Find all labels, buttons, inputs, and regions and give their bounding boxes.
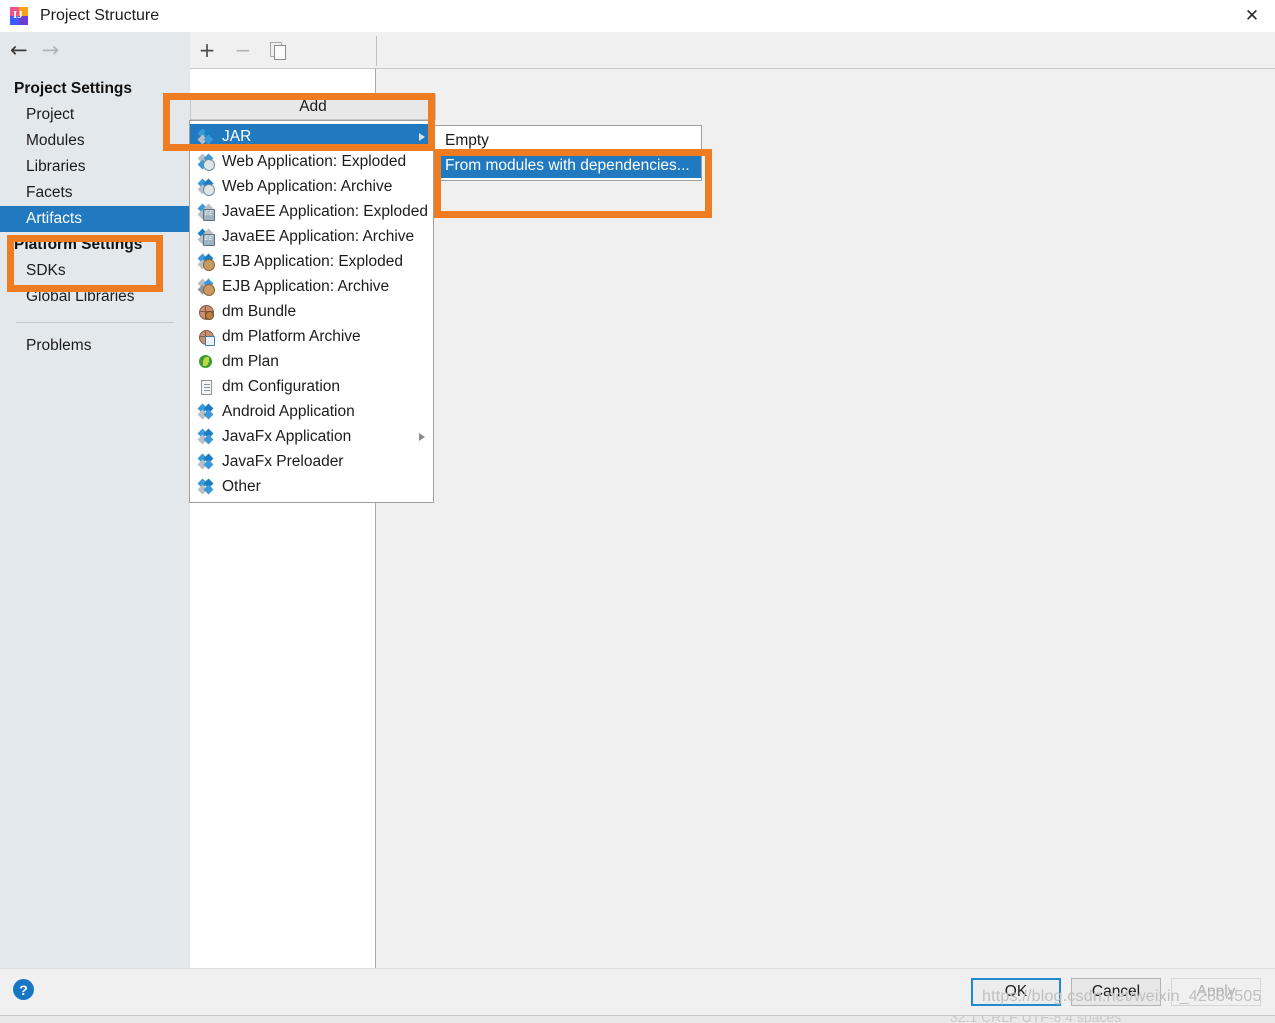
- sidebar-item-modules[interactable]: Modules: [0, 128, 190, 154]
- menu-item-other[interactable]: Other: [190, 474, 433, 499]
- sidebar-item-facets[interactable]: Facets: [0, 180, 190, 206]
- menu-item-dm-plan[interactable]: dm Plan: [190, 349, 433, 374]
- web-exploded-icon: [197, 153, 215, 171]
- menu-item-dm-platform-archive[interactable]: dm Platform Archive: [190, 324, 433, 349]
- submenu-item-empty[interactable]: Empty: [435, 128, 701, 153]
- menu-item-javaee-application-exploded[interactable]: EE JavaEE Application: Exploded: [190, 199, 433, 224]
- dm-plan-icon: [198, 354, 214, 370]
- menu-item-label: JavaEE Application: Exploded: [222, 202, 428, 220]
- menu-item-label: JavaEE Application: Archive: [222, 227, 415, 245]
- menu-item-label: EJB Application: Exploded: [222, 252, 403, 270]
- intellij-idea-logo-icon: IJ: [10, 7, 28, 25]
- sidebar-group-platform-settings: Platform Settings: [14, 236, 143, 253]
- menu-item-web-application-archive[interactable]: Web Application: Archive: [190, 174, 433, 199]
- android-application-icon: [197, 403, 214, 420]
- apply-button: Apply: [1171, 978, 1261, 1006]
- clipped-status-bar: 32:1 CRLF UTF-8 4 spaces: [0, 1015, 1275, 1023]
- submenu-item-from-modules-with-dependencies[interactable]: From modules with dependencies...: [435, 153, 701, 178]
- remove-button[interactable]: −: [234, 40, 252, 60]
- menu-item-dm-bundle[interactable]: dm Bundle: [190, 299, 433, 324]
- menu-item-label: JAR: [222, 127, 252, 145]
- menu-item-label: EJB Application: Archive: [222, 277, 390, 295]
- sidebar-group-project-settings: Project Settings: [14, 80, 132, 97]
- toolbar-divider: [376, 36, 377, 66]
- chevron-right-icon: [419, 132, 425, 141]
- window-title: Project Structure: [40, 7, 160, 24]
- other-artifact-icon: [197, 478, 214, 495]
- jar-submenu: Empty From modules with dependencies...: [434, 125, 702, 181]
- menu-item-dm-configuration[interactable]: dm Configuration: [190, 374, 433, 399]
- add-button[interactable]: +: [198, 40, 216, 60]
- menu-item-label: Web Application: Archive: [222, 177, 393, 195]
- title-bar: IJ Project Structure ✕: [0, 0, 1275, 32]
- dm-platform-archive-icon: [198, 329, 215, 346]
- menu-item-label: Web Application: Exploded: [222, 152, 407, 170]
- jar-artifact-icon: [197, 128, 214, 145]
- chevron-right-icon: [419, 432, 425, 441]
- javaee-archive-icon: EE: [197, 228, 215, 246]
- artifacts-toolbar: + −: [190, 32, 376, 68]
- menu-item-label: dm Plan: [222, 352, 279, 370]
- menu-item-label: dm Bundle: [222, 302, 297, 320]
- menu-item-label: Other: [222, 477, 261, 495]
- sidebar-item-libraries[interactable]: Libraries: [0, 154, 190, 180]
- add-tooltip: Add: [190, 94, 436, 120]
- cancel-button[interactable]: Cancel: [1071, 978, 1161, 1006]
- menu-item-ejb-application-archive[interactable]: EJB Application: Archive: [190, 274, 433, 299]
- menu-item-label: Android Application: [222, 402, 355, 420]
- menu-item-android-application[interactable]: Android Application: [190, 399, 433, 424]
- artifact-detail-panel: [376, 68, 1275, 999]
- forward-arrow-icon[interactable]: →: [42, 39, 60, 61]
- sidebar-item-sdks[interactable]: SDKs: [0, 258, 190, 284]
- menu-item-jar[interactable]: JAR: [190, 124, 433, 149]
- sidebar-item-problems[interactable]: Problems: [0, 333, 190, 359]
- menu-item-web-application-exploded[interactable]: Web Application: Exploded: [190, 149, 433, 174]
- navigation-bar: ← →: [0, 32, 190, 68]
- menu-item-label: JavaFx Preloader: [222, 452, 344, 470]
- menu-item-javaee-application-archive[interactable]: EE JavaEE Application: Archive: [190, 224, 433, 249]
- sidebar-list: Project Settings Project Modules Librari…: [0, 76, 190, 359]
- sidebar-item-global-libraries[interactable]: Global Libraries: [0, 284, 190, 310]
- project-structure-dialog: IJ Project Structure ✕ ← → Project Setti…: [0, 0, 1275, 1023]
- sidebar-divider: [16, 322, 174, 323]
- menu-item-javafx-preloader[interactable]: JavaFx Preloader: [190, 449, 433, 474]
- dialog-footer: ? OK Cancel Apply: [0, 968, 1275, 1016]
- menu-item-ejb-application-exploded[interactable]: EJB Application: Exploded: [190, 249, 433, 274]
- back-arrow-icon[interactable]: ←: [10, 39, 28, 61]
- javafx-preloader-icon: [197, 453, 214, 470]
- dm-bundle-icon: [198, 304, 214, 320]
- sidebar-item-project[interactable]: Project: [0, 102, 190, 128]
- settings-sidebar: ← → Project Settings Project Modules Lib…: [0, 32, 190, 968]
- menu-item-label: JavaFx Application: [222, 427, 352, 445]
- menu-item-javafx-application[interactable]: JavaFx Application: [190, 424, 433, 449]
- menu-item-label: dm Platform Archive: [222, 327, 361, 345]
- javaee-exploded-icon: EE: [197, 203, 215, 221]
- javafx-application-icon: [197, 428, 214, 445]
- help-button[interactable]: ?: [13, 979, 34, 1000]
- sidebar-item-artifacts[interactable]: Artifacts: [0, 206, 190, 232]
- ok-button[interactable]: OK: [971, 978, 1061, 1006]
- ejb-archive-icon: [197, 278, 215, 296]
- dialog-body: ← → Project Settings Project Modules Lib…: [0, 32, 1275, 999]
- menu-item-label: dm Configuration: [222, 377, 341, 395]
- close-icon[interactable]: ✕: [1229, 0, 1275, 32]
- ejb-exploded-icon: [197, 253, 215, 271]
- web-archive-icon: [197, 178, 215, 196]
- copy-icon[interactable]: [270, 42, 286, 60]
- add-artifact-menu: JAR Web Application: Exploded Web Applic…: [189, 120, 434, 503]
- dm-configuration-icon: [198, 379, 214, 395]
- status-bar-text: 32:1 CRLF UTF-8 4 spaces: [950, 1015, 1122, 1023]
